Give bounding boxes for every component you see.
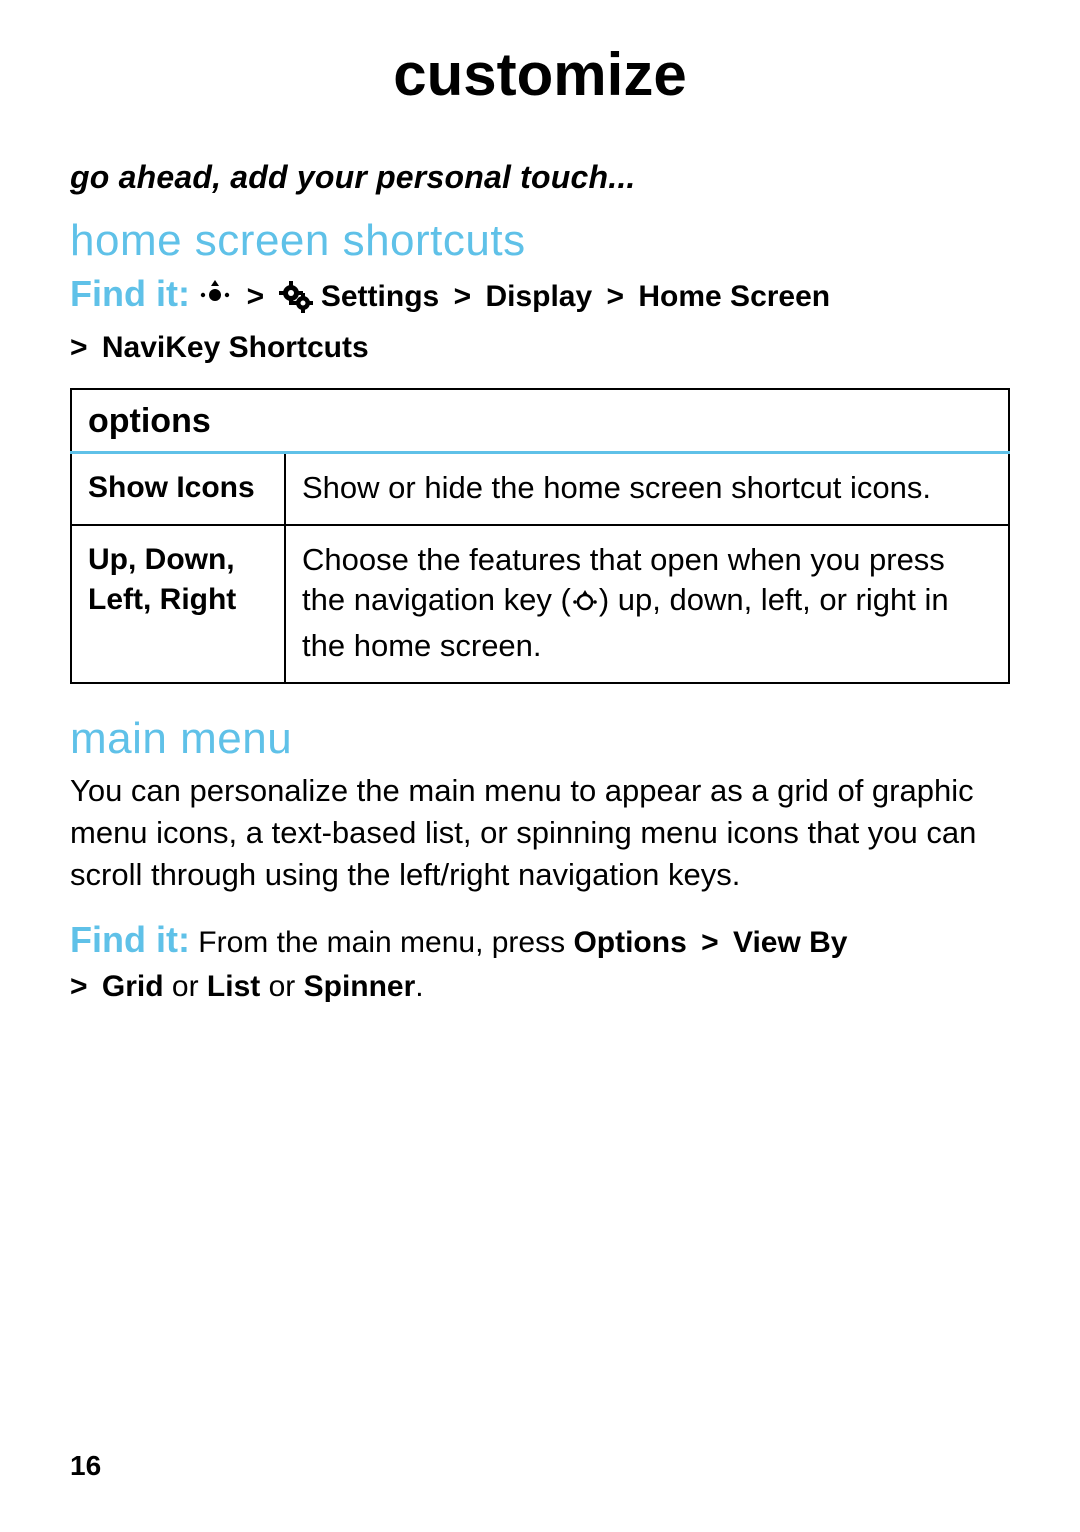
table-row: Show Icons Show or hide the home screen … xyxy=(71,453,1009,526)
path-list: List xyxy=(207,970,260,1003)
nav-key-center-icon xyxy=(198,278,232,325)
page-title: customize xyxy=(70,40,1010,109)
section-heading-home-shortcuts: home screen shortcuts xyxy=(70,216,1010,266)
findit-path-1: Find it: > Set xyxy=(70,272,1010,370)
main-menu-paragraph: You can personalize the main menu to app… xyxy=(70,770,1010,896)
page-subtitle: go ahead, add your personal touch... xyxy=(70,159,1010,196)
path-display: Display xyxy=(485,280,592,313)
path-options: Options xyxy=(573,926,686,959)
path-sep: > xyxy=(601,280,631,313)
path-home-screen: Home Screen xyxy=(638,280,830,313)
path-navikey-shortcuts: NaviKey Shortcuts xyxy=(102,331,369,364)
path-or: or xyxy=(164,970,207,1003)
path-spinner: Spinner xyxy=(304,970,416,1003)
findit-label: Find it: xyxy=(70,919,190,960)
option-label-directions: Up, Down, Left, Right xyxy=(71,525,285,683)
path-sep: > xyxy=(70,970,94,1003)
option-desc: Show or hide the home screen shortcut ic… xyxy=(285,453,1009,526)
findit-path-2: Find it: From the main menu, press Optio… xyxy=(70,918,1010,1009)
path-or: or xyxy=(260,970,303,1003)
section-heading-main-menu: main menu xyxy=(70,714,1010,764)
nav-key-ring-icon xyxy=(571,586,599,626)
settings-gear-icon xyxy=(279,279,313,326)
options-table-header: options xyxy=(71,389,1009,453)
options-table: options Show Icons Show or hide the home… xyxy=(70,388,1010,684)
path-grid: Grid xyxy=(102,970,164,1003)
path-period: . xyxy=(415,970,423,1003)
findit-lead: From the main menu, press xyxy=(198,926,573,959)
option-desc: Choose the features that open when you p… xyxy=(285,525,1009,683)
path-settings: Settings xyxy=(321,280,439,313)
path-view-by: View By xyxy=(733,926,848,959)
path-sep: > xyxy=(241,280,271,313)
path-sep: > xyxy=(695,926,725,959)
table-row: Up, Down, Left, Right Choose the feature… xyxy=(71,525,1009,683)
option-label-show-icons: Show Icons xyxy=(71,453,285,526)
path-sep: > xyxy=(448,280,478,313)
findit-label: Find it: xyxy=(70,273,190,314)
path-sep: > xyxy=(70,331,94,364)
page-number: 16 xyxy=(70,1450,101,1482)
